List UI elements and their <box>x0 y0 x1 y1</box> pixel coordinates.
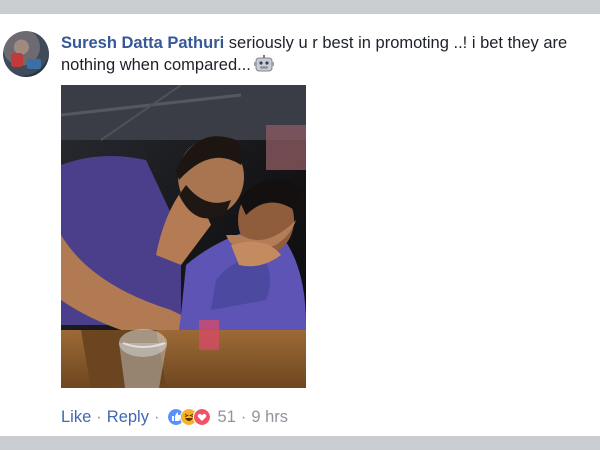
robot-face-icon <box>253 55 274 72</box>
avatar[interactable] <box>3 31 49 77</box>
comment-card: Suresh Datta Pathuri seriously u r best … <box>0 14 600 436</box>
comment-timestamp[interactable]: 9 hrs <box>251 408 288 427</box>
photo-illustration <box>61 85 306 388</box>
avatar-detail <box>27 59 41 69</box>
separator: · <box>96 407 102 426</box>
comment-photo[interactable] <box>61 85 306 388</box>
separator: · <box>240 407 247 426</box>
comment-body: Suresh Datta Pathuri seriously u r best … <box>61 32 600 76</box>
comment-author-link[interactable]: Suresh Datta Pathuri <box>61 34 224 52</box>
avatar-detail <box>11 53 23 67</box>
reaction-count[interactable]: 51 <box>217 408 235 427</box>
love-reaction-icon <box>193 408 212 426</box>
comment-actions: Like · Reply · 51 · 9 hrs <box>61 406 288 428</box>
reply-link[interactable]: Reply <box>107 408 149 427</box>
like-link[interactable]: Like <box>61 408 91 427</box>
reactions-summary[interactable] <box>167 408 212 426</box>
separator: · <box>153 407 160 426</box>
